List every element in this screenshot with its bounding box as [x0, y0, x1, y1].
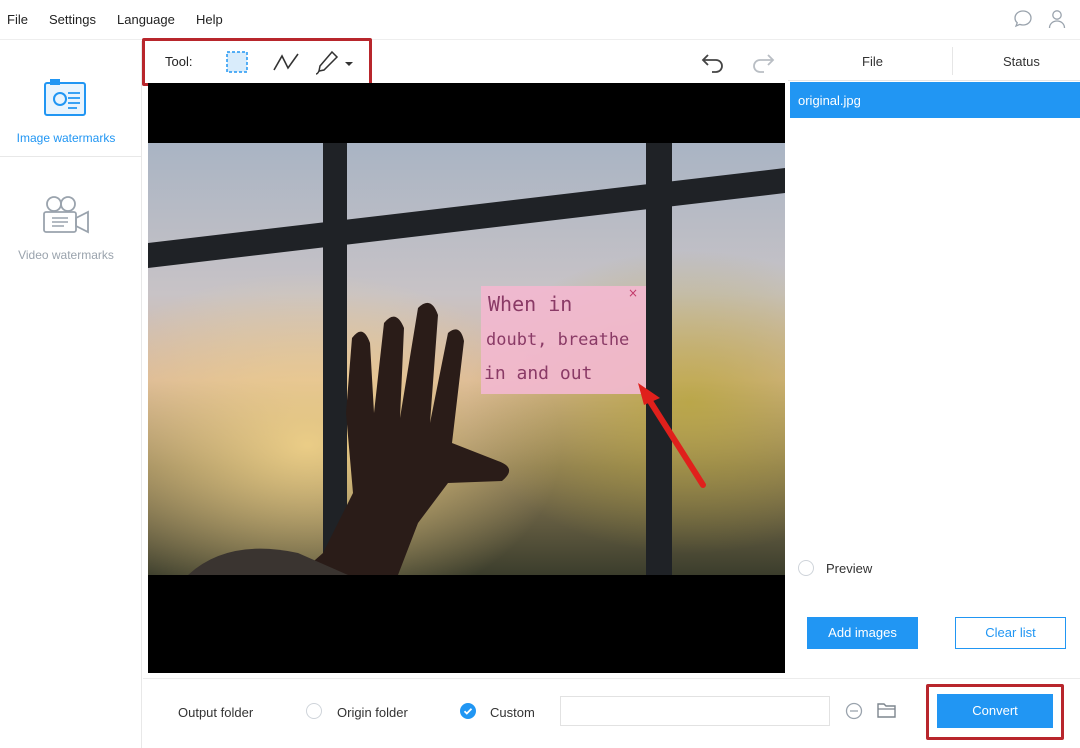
- note-line-2: doubt, breathe: [486, 330, 629, 350]
- file-name: original.jpg: [798, 93, 861, 108]
- column-status: Status: [1003, 54, 1040, 69]
- divider: [952, 47, 953, 75]
- polyline-icon[interactable]: [272, 50, 300, 77]
- output-path-input[interactable]: [560, 696, 830, 726]
- table-row[interactable]: original.jpg: [790, 82, 1080, 118]
- image-canvas[interactable]: × When in doubt, breathe in and out: [148, 83, 785, 673]
- file-list-header: File Status: [788, 41, 1080, 81]
- column-file: File: [862, 54, 883, 69]
- origin-folder-radio[interactable]: [306, 703, 322, 719]
- user-icon[interactable]: [1046, 8, 1068, 30]
- add-images-button[interactable]: Add images: [807, 617, 918, 649]
- svg-text:×: ×: [628, 286, 638, 300]
- preview-label: Preview: [826, 561, 873, 576]
- menu-language[interactable]: Language: [117, 12, 175, 27]
- dropdown-arrow-icon[interactable]: [344, 56, 354, 71]
- sidebar: Image watermarks Video watermarks: [0, 41, 142, 748]
- selection-rect-icon[interactable]: [225, 50, 249, 77]
- sidebar-item-image-watermarks[interactable]: Image watermarks: [0, 41, 142, 157]
- chat-icon[interactable]: [1012, 8, 1034, 30]
- menu-help[interactable]: Help: [196, 12, 223, 27]
- note-line-3: in and out: [484, 363, 592, 384]
- custom-label: Custom: [490, 705, 535, 720]
- menu-bar: File Settings Language Help: [0, 0, 1080, 40]
- undo-icon[interactable]: [700, 50, 726, 77]
- tool-label: Tool:: [165, 54, 193, 69]
- video-watermark-icon: [40, 194, 90, 242]
- clear-path-icon[interactable]: [845, 702, 863, 723]
- output-folder-label: Output folder: [178, 705, 254, 720]
- preview-checkbox[interactable]: [798, 560, 814, 576]
- menu-file[interactable]: File: [7, 12, 28, 27]
- custom-radio[interactable]: [460, 703, 476, 719]
- convert-button[interactable]: Convert: [937, 694, 1053, 728]
- sidebar-item-label: Video watermarks: [18, 248, 114, 262]
- preview-image: × When in doubt, breathe in and out: [148, 143, 785, 575]
- clear-list-button[interactable]: Clear list: [955, 617, 1066, 649]
- folder-icon[interactable]: [877, 701, 897, 722]
- sidebar-item-label: Image watermarks: [16, 131, 116, 145]
- brush-icon[interactable]: [315, 50, 339, 79]
- redo-icon[interactable]: [750, 50, 776, 77]
- note-line-1: When in: [488, 292, 572, 316]
- origin-folder-label: Origin folder: [337, 705, 408, 720]
- image-watermark-icon: [42, 77, 92, 125]
- menu-settings[interactable]: Settings: [49, 12, 96, 27]
- sidebar-item-video-watermarks[interactable]: Video watermarks: [0, 158, 142, 274]
